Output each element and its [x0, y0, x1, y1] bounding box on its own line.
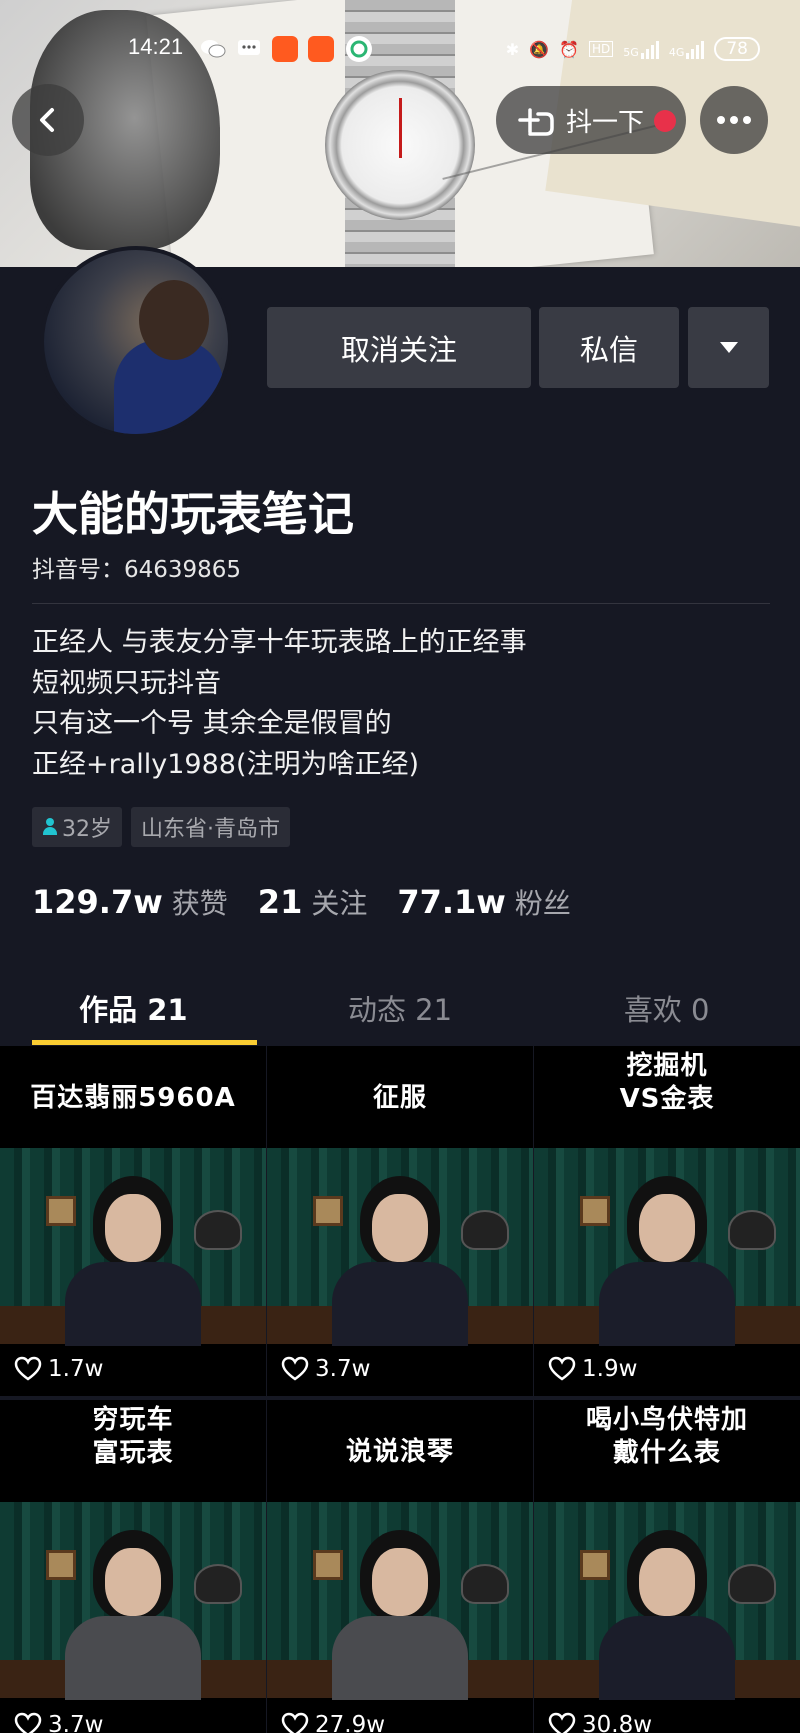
likes-count: 1.7w — [48, 1356, 104, 1382]
stat-value: 21 — [257, 883, 303, 921]
refresh-app-icon — [346, 36, 372, 62]
video-caption: 征服 — [372, 1083, 427, 1113]
bio-line: 只有这一个号 其余全是假冒的 — [32, 708, 392, 739]
heart-icon — [281, 1712, 309, 1733]
shake-button[interactable]: 抖一下 — [496, 86, 686, 154]
video-caption: 百达翡丽5960A — [30, 1083, 236, 1113]
bio-line: 正经+rally1988(注明为啥正经) — [32, 748, 420, 780]
video-card[interactable]: 穷玩车 富玩表 3.7w — [0, 1400, 266, 1733]
stat-value: 77.1w — [397, 883, 506, 921]
age-label: 32岁 — [62, 817, 112, 842]
more-dot — [743, 116, 751, 124]
video-likes: 1.7w — [14, 1356, 103, 1382]
likes-count: 3.7w — [315, 1356, 371, 1382]
tab-works[interactable]: 作品 21 — [0, 970, 267, 1045]
douyin-id[interactable]: 抖音号：64639865 — [32, 550, 241, 584]
likes-stat: 129.7w 获赞 — [32, 882, 228, 922]
tab-dynamics[interactable]: 动态 21 — [267, 970, 534, 1045]
video-card[interactable]: 挖掘机 VS金表 1.9w — [534, 1046, 800, 1396]
video-caption: 挖掘机 VS金表 — [619, 1051, 715, 1114]
signal-4g-icon: 4G — [669, 39, 705, 59]
video-likes: 1.9w — [548, 1356, 637, 1382]
more-dot — [717, 116, 725, 124]
video-card[interactable]: 百达翡丽5960A 1.7w — [0, 1046, 266, 1396]
recommend-dropdown-button[interactable] — [688, 307, 769, 388]
caret-down-icon — [719, 342, 738, 353]
video-caption: 穷玩车 富玩表 — [92, 1405, 174, 1468]
battery-indicator: 78 — [714, 37, 760, 61]
hand-point-icon — [518, 108, 554, 136]
more-dot — [730, 116, 738, 124]
heart-icon — [14, 1712, 42, 1733]
stat-value: 129.7w — [32, 883, 163, 921]
hd-icon: HD — [589, 41, 614, 57]
status-bar: 14:21 ✱ 🔕 ⏰ HD 5G 4G 78 — [0, 30, 800, 70]
likes-count: 1.9w — [582, 1356, 638, 1382]
bluetooth-icon: ✱ — [505, 39, 520, 59]
tab-likes[interactable]: 喜欢 0 — [533, 970, 800, 1045]
wechat-icon — [200, 36, 226, 62]
nickname: 大能的玩表笔记 — [32, 487, 354, 541]
status-time: 14:21 — [128, 34, 184, 59]
video-likes: 30.8w — [548, 1712, 652, 1733]
age-tag: 32岁 — [32, 807, 122, 847]
video-caption: 说说浪琴 — [345, 1437, 454, 1467]
stat-label: 关注 — [311, 887, 368, 920]
bio: 正经人 与表友分享十年玩表路上的正经事 短视频只玩抖音 只有这一个号 其余全是假… — [32, 623, 527, 785]
avatar[interactable] — [40, 246, 232, 438]
chevron-left-icon — [40, 108, 54, 132]
more-options-button[interactable] — [700, 86, 768, 154]
video-card[interactable]: 喝小鸟伏特加 戴什么表 30.8w — [534, 1400, 800, 1733]
profile-tags: 32岁 山东省·青岛市 — [32, 807, 290, 847]
person-icon — [42, 818, 58, 836]
heart-icon — [548, 1712, 576, 1733]
notification-dot — [654, 110, 676, 132]
heart-icon — [548, 1356, 576, 1381]
heart-icon — [14, 1356, 42, 1381]
likes-count: 30.8w — [582, 1712, 653, 1733]
bio-line: 正经人 与表友分享十年玩表路上的正经事 — [32, 627, 527, 658]
profile-tabs: 作品 21 动态 21 喜欢 0 — [0, 970, 800, 1045]
video-card[interactable]: 征服 3.7w — [267, 1046, 533, 1396]
following-stat[interactable]: 21 关注 — [258, 882, 368, 922]
unfollow-button[interactable]: 取消关注 — [267, 307, 531, 388]
stat-label: 获赞 — [171, 887, 228, 920]
stat-label: 粉丝 — [514, 887, 571, 920]
location-tag: 山东省·青岛市 — [131, 807, 290, 847]
likes-count: 3.7w — [48, 1712, 104, 1733]
alarm-icon: ⏰ — [559, 39, 580, 59]
shake-label: 抖一下 — [566, 107, 645, 138]
heart-icon — [281, 1356, 309, 1381]
message-button[interactable]: 私信 — [539, 307, 679, 388]
video-likes: 3.7w — [281, 1356, 370, 1382]
location-label: 山东省·青岛市 — [141, 817, 280, 842]
video-card[interactable]: 说说浪琴 27.9w — [267, 1400, 533, 1733]
video-caption: 喝小鸟伏特加 戴什么表 — [585, 1405, 748, 1468]
video-likes: 3.7w — [14, 1712, 103, 1733]
message-icon — [236, 36, 262, 62]
video-likes: 27.9w — [281, 1712, 385, 1733]
divider — [32, 603, 770, 604]
back-button[interactable] — [12, 84, 84, 156]
mute-icon: 🔕 — [529, 39, 550, 59]
followers-stat[interactable]: 77.1w 粉丝 — [397, 882, 571, 922]
signal-5g-icon: 5G — [623, 39, 659, 59]
kuaishou-icon-2 — [308, 36, 334, 62]
video-grid: 百达翡丽5960A 1.7w 征服 3.7w 挖掘机 VS金表 1.9w 穷玩车… — [0, 1046, 800, 1733]
profile-stats: 129.7w 获赞 21 关注 77.1w 粉丝 — [32, 882, 571, 922]
likes-count: 27.9w — [315, 1712, 386, 1733]
bio-line: 短视频只玩抖音 — [32, 667, 221, 699]
kuaishou-icon — [272, 36, 298, 62]
